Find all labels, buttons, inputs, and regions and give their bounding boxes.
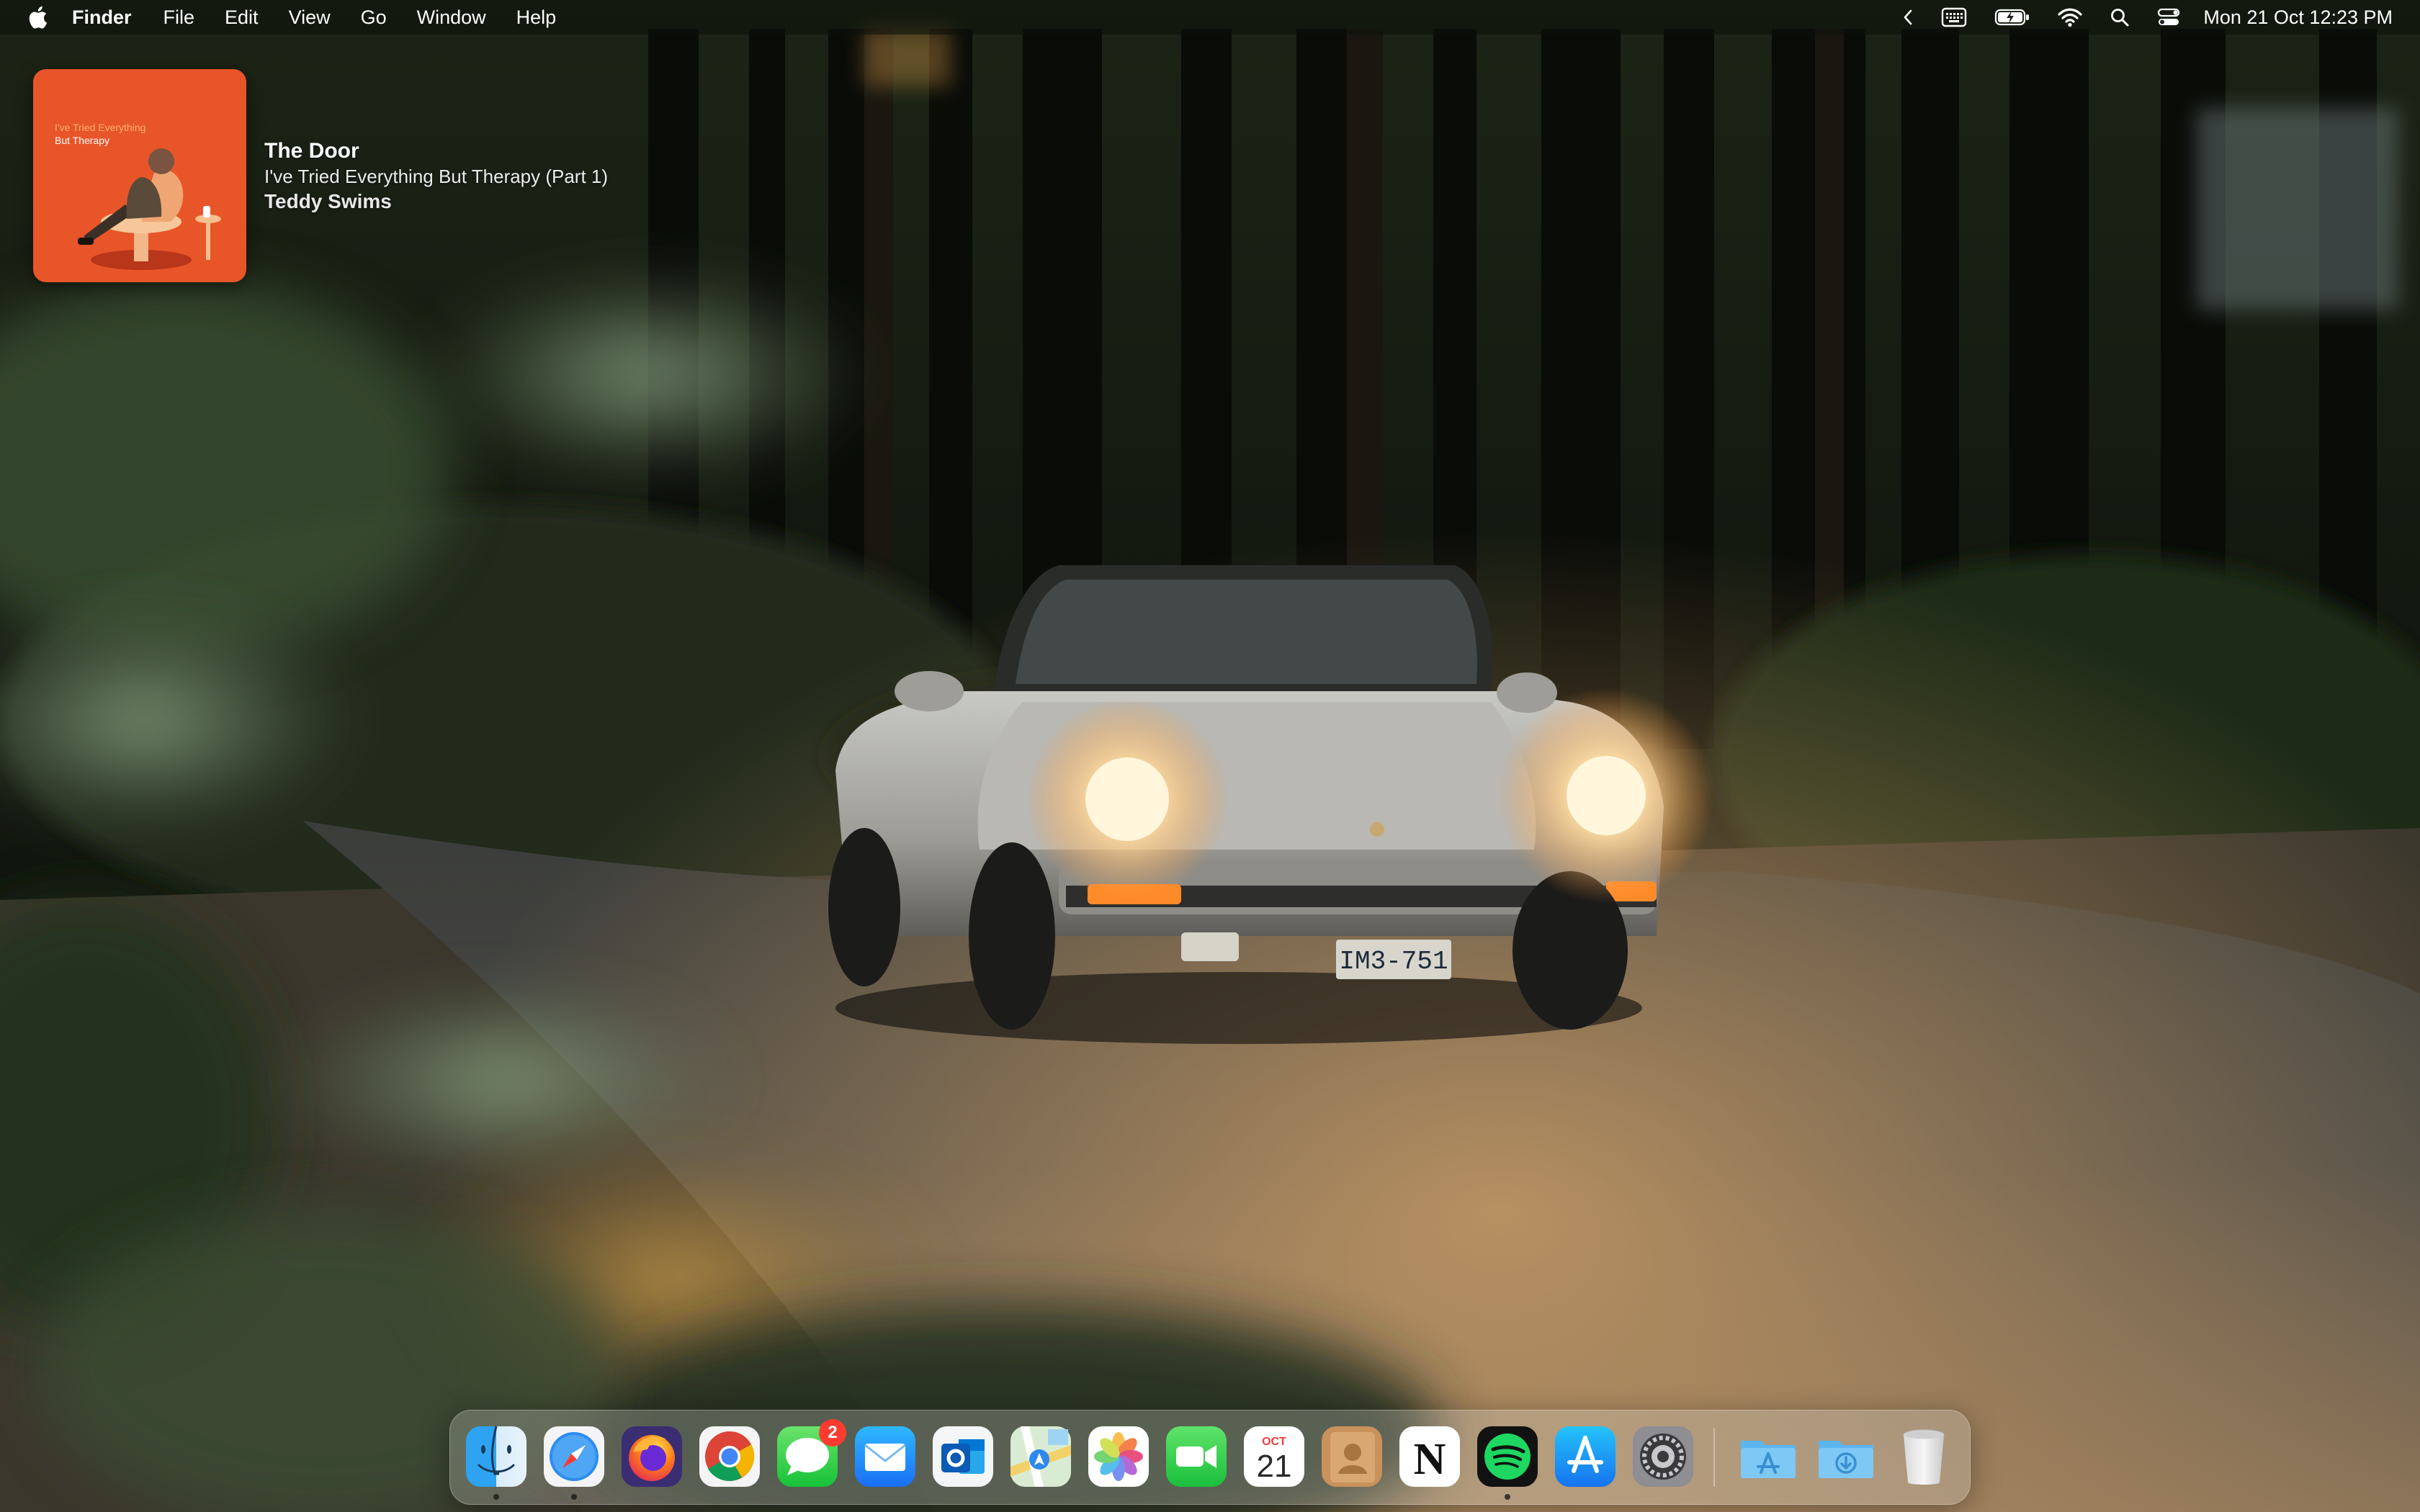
menu-window[interactable]: Window [417,0,486,35]
maps-icon[interactable] [1008,1423,1074,1490]
finder-running-indicator [493,1494,499,1500]
album-art-line2: But Therapy [55,135,109,146]
track-title: The Door [264,139,359,163]
safari-icon[interactable] [541,1423,607,1490]
messages-icon[interactable]: 2 [774,1419,846,1490]
search-icon[interactable] [2110,0,2130,35]
app-store-icon[interactable] [1552,1423,1618,1490]
mail-icon[interactable] [852,1423,918,1490]
safari-running-indicator [571,1494,577,1500]
calendar-icon[interactable]: OCT 21 [1241,1423,1307,1490]
calendar-month: OCT [1262,1436,1286,1448]
applications-folder-icon[interactable] [1735,1423,1801,1490]
control-center-icon[interactable] [2157,0,2180,35]
notion-glyph: N [1414,1435,1446,1484]
menu-bar: Finder File Edit View Go Window Help Mon… [0,0,2420,35]
chrome-icon[interactable] [696,1423,763,1490]
wifi-icon[interactable] [2058,0,2082,35]
app-menu-finder[interactable]: Finder [72,0,132,35]
spotify-running-indicator [1505,1494,1510,1500]
menu-edit[interactable]: Edit [225,0,259,35]
dock: 2 OCT 21 N [449,1410,1971,1505]
downloads-folder-icon[interactable] [1813,1423,1879,1490]
photos-icon[interactable] [1085,1423,1152,1490]
license-plate: IM3-751 [1339,947,1448,976]
menu-help[interactable]: Help [516,0,557,35]
contacts-icon[interactable] [1319,1423,1385,1490]
track-album: I've Tried Everything But Therapy (Part … [264,166,609,187]
notion-icon[interactable]: N [1397,1423,1463,1490]
track-info: The Door I've Tried Everything But Thera… [264,138,608,215]
album-art-line1: I've Tried Everything [55,122,145,133]
firefox-icon[interactable] [619,1423,685,1490]
chevron-left-icon[interactable] [1902,0,1914,35]
menu-view[interactable]: View [289,0,331,35]
dock-divider [1713,1428,1715,1487]
album-art[interactable]: I've Tried Everything But Therapy [33,69,246,282]
menu-file[interactable]: File [163,0,195,35]
facetime-icon[interactable] [1163,1423,1229,1490]
finder-icon[interactable] [463,1423,529,1490]
trash-icon[interactable] [1891,1423,1957,1490]
menu-go[interactable]: Go [361,0,387,35]
spotify-icon[interactable] [1474,1423,1541,1490]
calendar-day: 21 [1257,1449,1292,1484]
now-playing-widget[interactable]: I've Tried Everything But Therapy The Do… [33,69,608,282]
keyboard-icon[interactable] [1941,0,1967,35]
messages-badge: 2 [819,1419,846,1446]
outlook-icon[interactable] [930,1423,996,1490]
apple-logo-icon[interactable] [27,5,49,30]
settings-icon[interactable] [1630,1423,1696,1490]
battery-icon[interactable] [1994,0,2030,35]
track-artist: Teddy Swims [264,190,392,212]
menu-bar-clock[interactable]: Mon 21 Oct 12:23 PM [2203,6,2393,29]
